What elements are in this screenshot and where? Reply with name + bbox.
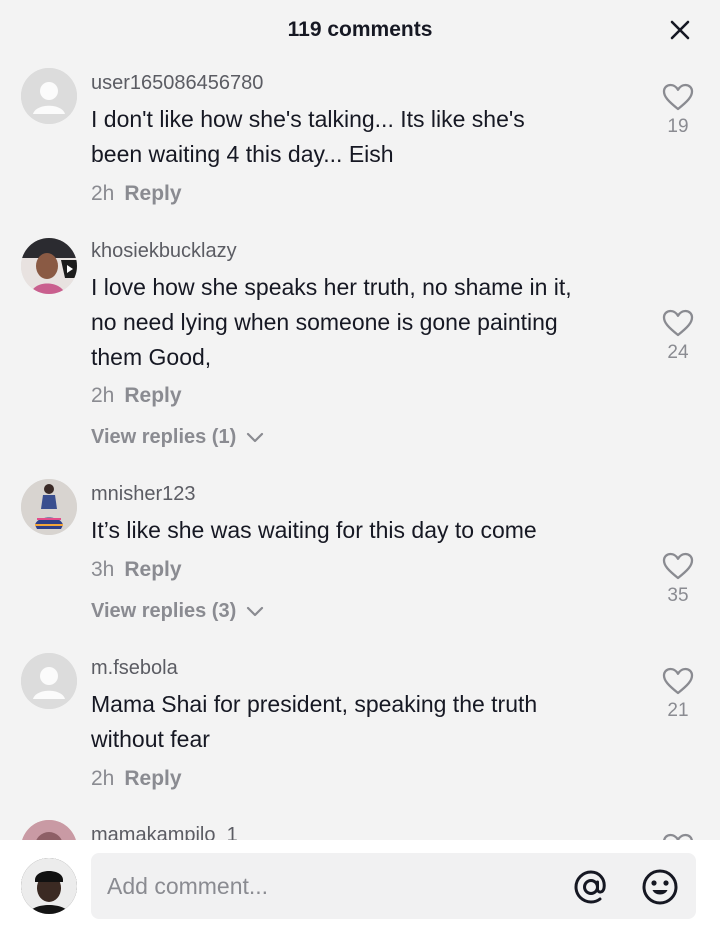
comment-meta: 3h Reply [91,558,182,582]
comment-text-line: them Good, [91,344,212,370]
comment-time: 2h [91,384,115,407]
like-button[interactable]: 24 [662,308,694,364]
comment-text-line: Mama Shai for president, speaking the tr… [91,691,538,717]
close-button[interactable] [666,16,694,44]
like-count: 19 [667,116,689,137]
view-replies-button[interactable]: View replies (1) [91,426,264,449]
like-button[interactable]: 35 [662,551,694,607]
like-button[interactable] [662,832,694,840]
user-photo-icon [21,238,77,294]
comment-item: khosiekbucklazy I love how she speaks he… [0,232,720,452]
comment-item: mamakampilo_1 [0,818,720,840]
comment-time: 3h [91,558,115,581]
chevron-down-icon [246,432,263,442]
reply-button[interactable]: Reply [124,182,181,205]
comments-header: 119 comments [0,0,720,60]
comment-username[interactable]: mamakampilo_1 [91,824,238,840]
reply-button[interactable]: Reply [124,767,181,790]
heart-outline-icon [662,552,694,580]
heart-outline-icon [662,83,694,111]
comment-list[interactable]: user165086456780 I don't like how she's … [0,60,720,840]
comment-text-line: I love how she speaks her truth, no sham… [91,274,572,300]
comment-text: Mama Shai for president, speaking the tr… [91,687,636,757]
comment-text: It’s like she was waiting for this day t… [91,513,636,548]
avatar[interactable] [21,68,77,124]
comment-username[interactable]: khosiekbucklazy [91,240,237,263]
heart-outline-icon [662,309,694,337]
comment-text-line: I don't like how she's talking... Its li… [91,106,525,132]
comment-text: I love how she speaks her truth, no sham… [91,270,636,375]
view-replies-label: View replies (1) [91,426,237,448]
comments-count-title: 119 comments [287,18,433,41]
close-icon [670,20,690,40]
like-button[interactable]: 21 [662,666,694,722]
chevron-down-icon [246,606,263,616]
view-replies-label: View replies (3) [91,600,237,622]
comment-time: 2h [91,182,115,205]
comment-username[interactable]: user165086456780 [91,72,263,95]
comment-text-line: It’s like she was waiting for this day t… [91,517,537,543]
user-photo-icon [21,820,77,840]
comment-username[interactable]: m.fsebola [91,657,178,680]
mention-button[interactable] [571,867,611,907]
avatar[interactable] [21,820,77,840]
emoji-button[interactable] [640,867,680,907]
like-count: 21 [667,700,689,721]
comment-composer: Add comment... [0,840,720,929]
comment-text-line: without fear [91,726,210,752]
like-count: 24 [667,342,689,363]
comment-text-line: been waiting 4 this day... Eish [91,141,394,167]
my-avatar[interactable] [21,858,77,914]
comment-meta: 2h Reply [91,384,182,408]
heart-outline-icon [662,667,694,695]
comment-username[interactable]: mnisher123 [91,483,196,506]
comment-item: mnisher123 It’s like she was waiting for… [0,475,720,640]
comment-input[interactable]: Add comment... [91,853,696,919]
avatar[interactable] [21,479,77,535]
like-button[interactable]: 19 [662,82,694,138]
heart-outline-icon [662,833,694,840]
comment-item: m.fsebola Mama Shai for president, speak… [0,650,720,820]
user-photo-icon [21,858,77,914]
reply-button[interactable]: Reply [124,558,181,581]
like-count: 35 [667,585,689,606]
user-photo-icon [21,479,77,535]
comment-meta: 2h Reply [91,182,182,206]
comment-meta: 2h Reply [91,767,182,791]
comment-text: I don't like how she's talking... Its li… [91,102,636,172]
view-replies-button[interactable]: View replies (3) [91,600,264,623]
comment-text-line: no need lying when someone is gone paint… [91,309,558,335]
emoji-icon [642,869,678,905]
default-avatar-icon [21,68,77,124]
avatar[interactable] [21,653,77,709]
comment-time: 2h [91,767,115,790]
default-avatar-icon [21,653,77,709]
comment-item: user165086456780 I don't like how she's … [0,60,720,230]
at-sign-icon [574,870,606,904]
comment-input-placeholder: Add comment... [107,873,269,899]
avatar[interactable] [21,238,77,294]
reply-button[interactable]: Reply [124,384,181,407]
